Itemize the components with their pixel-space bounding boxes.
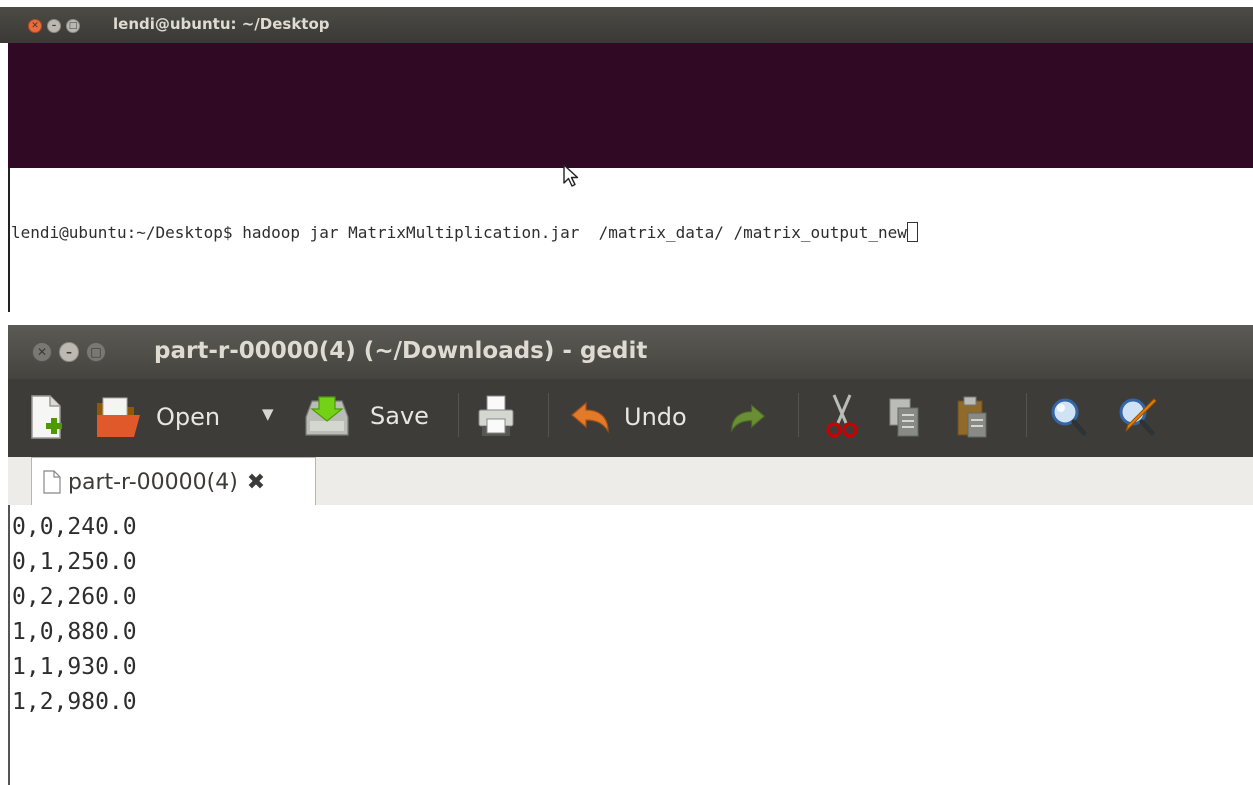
copy-icon [889, 398, 919, 437]
save-label: Save [370, 402, 429, 430]
maximize-icon: □ [90, 345, 102, 359]
printer-icon [478, 395, 514, 436]
find-replace-icon [1119, 398, 1157, 436]
toolbar-separator [548, 393, 549, 437]
text-cursor [906, 222, 918, 242]
dropdown-arrow-icon: ▼ [262, 405, 274, 423]
tab-label: part-r-00000(4) [68, 469, 238, 495]
minimize-icon: – [51, 20, 57, 31]
redo-arrow-icon [731, 404, 766, 433]
terminal-titlebar: ✕ – □ lendi@ubuntu: ~/Desktop [0, 7, 1253, 43]
gedit-window: ✕ – □ part-r-00000(4) (~/Downloads) - ge… [8, 325, 1253, 785]
terminal-command-line[interactable]: lendi@ubuntu:~/Desktop$ hadoop jar Matri… [11, 222, 918, 242]
find-button[interactable] [1048, 395, 1090, 439]
copy-button[interactable] [886, 395, 922, 439]
search-magnifier-icon [1051, 398, 1087, 436]
terminal-scrollback [8, 43, 1253, 168]
gedit-title: part-r-00000(4) (~/Downloads) - gedit [154, 338, 648, 364]
terminal-title: lendi@ubuntu: ~/Desktop [113, 15, 330, 33]
open-button[interactable]: Open [94, 393, 220, 441]
maximize-button[interactable]: □ [66, 19, 80, 33]
undo-button[interactable]: Undo [568, 399, 687, 435]
new-document-icon [31, 395, 62, 439]
paste-button[interactable] [954, 393, 990, 441]
open-recent-dropdown[interactable]: ▼ [262, 405, 274, 423]
editor-lines: 0,0,240.0 0,1,250.0 0,2,260.0 1,0,880.0 … [10, 510, 137, 720]
minimize-button[interactable]: – [47, 19, 61, 33]
text-line: 0,1,250.0 [12, 549, 137, 575]
close-icon: ✕ [31, 20, 39, 31]
text-line: 1,0,880.0 [12, 619, 137, 645]
text-line: 0,2,260.0 [12, 584, 137, 610]
maximize-icon: □ [68, 20, 78, 31]
redo-button[interactable] [728, 401, 768, 435]
text-line: 0,0,240.0 [12, 514, 137, 540]
save-icon [305, 396, 349, 436]
text-line: 1,2,980.0 [12, 689, 137, 715]
toolbar-separator [798, 393, 799, 437]
minimize-icon: – [66, 345, 72, 359]
undo-label: Undo [624, 403, 687, 431]
cut-button[interactable] [824, 393, 860, 441]
toolbar-separator [458, 393, 459, 437]
document-icon [43, 470, 61, 494]
gedit-titlebar: ✕ – □ part-r-00000(4) (~/Downloads) - ge… [8, 325, 1253, 379]
close-icon: ✕ [36, 345, 48, 359]
text-editor[interactable]: 0,0,240.0 0,1,250.0 0,2,260.0 1,0,880.0 … [8, 505, 1253, 785]
paste-clipboard-icon [957, 396, 987, 438]
maximize-button[interactable]: □ [86, 342, 106, 362]
tab-part-r-00000[interactable]: part-r-00000(4) ✖ [31, 457, 316, 506]
save-button[interactable]: Save [302, 391, 429, 441]
document-tabbar: part-r-00000(4) ✖ [8, 457, 1253, 506]
tab-close-icon[interactable]: ✖ [247, 470, 265, 495]
close-button[interactable]: ✕ [32, 342, 52, 362]
undo-arrow-icon [571, 401, 609, 434]
shell-prompt: lendi@ubuntu:~/Desktop$ [11, 223, 243, 242]
open-folder-icon [97, 397, 140, 437]
new-document-button[interactable] [28, 393, 64, 441]
find-replace-button[interactable] [1116, 395, 1160, 439]
open-label: Open [156, 403, 221, 431]
print-button[interactable] [476, 393, 516, 439]
mouse-pointer-icon [563, 164, 579, 187]
toolbar-separator [1026, 393, 1027, 437]
terminal-window: ✕ – □ lendi@ubuntu: ~/Desktop lendi@ubun… [0, 0, 1253, 312]
text-line: 1,1,930.0 [12, 654, 137, 680]
scissors-icon [826, 394, 858, 438]
close-button[interactable]: ✕ [28, 19, 42, 33]
gedit-toolbar: Open ▼ Save Undo [8, 379, 1253, 457]
shell-command: hadoop jar MatrixMultiplication.jar /mat… [242, 223, 907, 242]
minimize-button[interactable]: – [59, 342, 79, 362]
